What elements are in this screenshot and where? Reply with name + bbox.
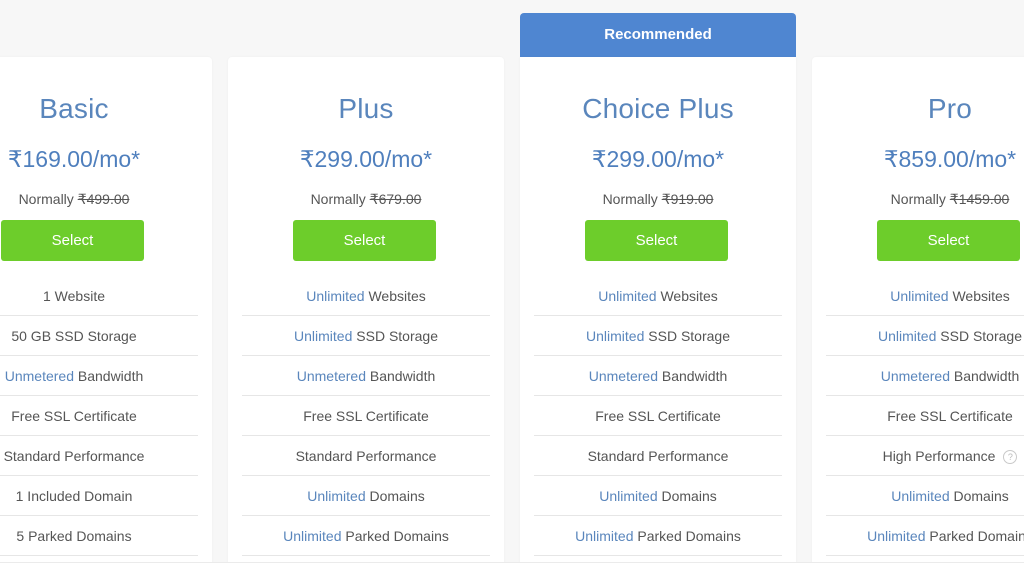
feature-item: Unlimited Parked Domains — [242, 516, 490, 556]
plan-card-pro: Pro ₹859.00/mo* Normally ₹1459.00 Select… — [812, 57, 1024, 577]
help-icon[interactable]: ? — [1003, 450, 1018, 465]
normally-label: Normally — [310, 191, 366, 207]
feature-item: Unlimited SSD Storage — [826, 316, 1024, 356]
feature-item: 50 GB SSD Storage — [0, 316, 198, 356]
feature-list: Unlimited Websites Unlimited SSD Storage… — [534, 276, 782, 556]
plan-price: ₹299.00/mo* — [299, 146, 433, 172]
feature-item: Unlimited Websites — [826, 276, 1024, 316]
plan-name: Basic — [39, 93, 109, 124]
feature-item: Unlimited Domains — [534, 476, 782, 516]
feature-item: 5 Parked Domains — [0, 516, 198, 556]
plan-name: Plus — [338, 93, 394, 124]
normally-label: Normally — [18, 191, 74, 207]
feature-item: Unlimited Domains — [826, 476, 1024, 516]
normal-price-line: Normally ₹1459.00 — [812, 191, 1024, 208]
normal-price-line: Normally ₹919.00 — [520, 191, 796, 208]
feature-item: Free SSL Certificate — [242, 396, 490, 436]
plan-name: Pro — [927, 93, 973, 124]
feature-item: Unlimited Websites — [534, 276, 782, 316]
normally-label: Normally — [602, 191, 658, 207]
feature-item: Unlimited Websites — [242, 276, 490, 316]
feature-item: Unlimited Domains — [242, 476, 490, 516]
plan-card-basic: Basic ₹169.00/mo* Normally ₹499.00 Selec… — [0, 57, 212, 577]
feature-item: Unmetered Bandwidth — [534, 356, 782, 396]
normally-label: Normally — [890, 191, 946, 207]
select-plus-button[interactable]: Select — [293, 220, 436, 261]
normal-price-line: Normally ₹499.00 — [0, 191, 212, 208]
recommended-badge: Recommended — [520, 13, 796, 57]
plan-price: ₹169.00/mo* — [7, 146, 141, 172]
feature-item: Free SSL Certificate — [0, 396, 198, 436]
old-price: ₹679.00 — [369, 191, 422, 207]
plan-price: ₹859.00/mo* — [883, 146, 1017, 172]
plan-name: Choice Plus — [582, 93, 734, 124]
plan-card-plus: Plus ₹299.00/mo* Normally ₹679.00 Select… — [228, 57, 504, 577]
old-price: ₹499.00 — [77, 191, 130, 207]
feature-item: High Performance? — [826, 436, 1024, 476]
old-price: ₹919.00 — [661, 191, 714, 207]
plan-price: ₹299.00/mo* — [591, 146, 725, 172]
normal-price-line: Normally ₹679.00 — [228, 191, 504, 208]
feature-item: Unmetered Bandwidth — [826, 356, 1024, 396]
feature-list: 1 Website 50 GB SSD Storage Unmetered Ba… — [0, 276, 198, 556]
plan-card-choice-plus: Choice Plus ₹299.00/mo* Normally ₹919.00… — [520, 57, 796, 577]
feature-item: Free SSL Certificate — [826, 396, 1024, 436]
feature-item: Standard Performance — [242, 436, 490, 476]
feature-item: Free SSL Certificate — [534, 396, 782, 436]
feature-item: Unmetered Bandwidth — [0, 356, 198, 396]
feature-item: 1 Included Domain — [0, 476, 198, 516]
feature-item: Unlimited SSD Storage — [534, 316, 782, 356]
feature-item: Unmetered Bandwidth — [242, 356, 490, 396]
feature-item: 1 Website — [0, 276, 198, 316]
feature-item: Unlimited Parked Domains — [534, 516, 782, 556]
select-pro-button[interactable]: Select — [877, 220, 1020, 261]
feature-item: Standard Performance — [534, 436, 782, 476]
feature-list: Unlimited Websites Unlimited SSD Storage… — [242, 276, 490, 556]
old-price: ₹1459.00 — [949, 191, 1010, 207]
feature-item: Unlimited Parked Domains — [826, 516, 1024, 556]
feature-item: Unlimited SSD Storage — [242, 316, 490, 356]
bottom-bar — [0, 562, 1024, 582]
feature-list: Unlimited Websites Unlimited SSD Storage… — [826, 276, 1024, 556]
feature-item: Standard Performance — [0, 436, 198, 476]
select-basic-button[interactable]: Select — [1, 220, 144, 261]
select-choice-plus-button[interactable]: Select — [585, 220, 728, 261]
